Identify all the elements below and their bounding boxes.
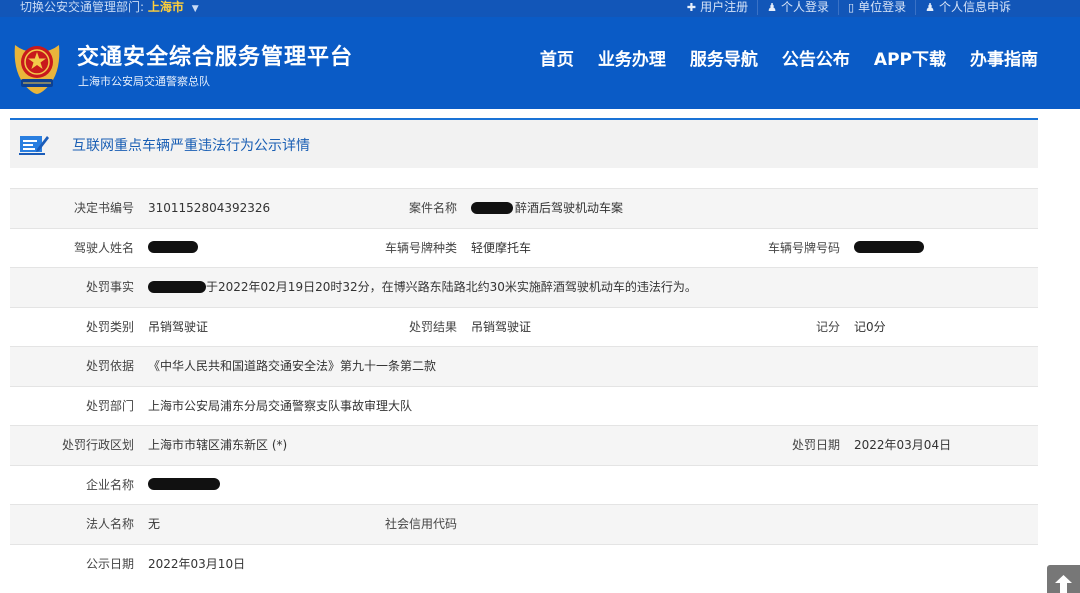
department-switcher[interactable]: 切换公安交通管理部门: 上海市 ▼ xyxy=(20,0,199,17)
legal-rep-label: 法人名称 xyxy=(85,517,134,531)
caret-down-icon[interactable]: ▼ xyxy=(192,4,199,14)
district-value: 上海市市辖区浦东新区 (*) xyxy=(148,438,288,452)
police-emblem-icon[interactable] xyxy=(9,35,65,95)
unit-login-link[interactable]: ▯ 单位登录 xyxy=(838,0,915,15)
driver-name-cell xyxy=(148,229,338,268)
plate-no-label: 车辆号牌号码 xyxy=(767,240,840,255)
points-value: 记0分 xyxy=(854,319,886,334)
plate-type-label: 车辆号牌种类 xyxy=(384,240,457,255)
penalty-type-label: 处罚类别 xyxy=(85,319,134,334)
nav-business[interactable]: 业务办理 xyxy=(598,45,666,70)
nav-service-guide[interactable]: 服务导航 xyxy=(690,45,758,70)
driver-name-label: 驾驶人姓名 xyxy=(73,240,134,255)
user-icon: ♟ xyxy=(767,1,778,14)
case-name-cell: 醉酒后驾驶机动车案 xyxy=(471,189,761,228)
account-links: ✚ 用户注册 ♟ 个人登录 ▯ 单位登录 ♟ 个人信息申诉 xyxy=(678,0,1020,15)
dept-label: 处罚部门 xyxy=(85,398,134,413)
unit-login-label: 单位登录 xyxy=(858,0,907,14)
register-label: 用户注册 xyxy=(700,0,749,14)
table-row: 处罚行政区划 上海市市辖区浦东新区 (*) 处罚日期 2022年03月04日 xyxy=(10,425,1038,465)
company-cell xyxy=(148,466,338,505)
table-row: 企业名称 xyxy=(10,464,1038,505)
redacted-block xyxy=(148,241,198,253)
table-row: 公示日期 2022年03月10日 xyxy=(10,543,1038,583)
table-row: 决定书编号 3101152804392326 案件名称 醉酒后驾驶机动车案 xyxy=(10,188,1038,228)
building-icon: ▯ xyxy=(848,1,855,14)
decision-no-value: 3101152804392326 xyxy=(148,201,271,215)
plate-no-cell xyxy=(854,229,1034,268)
register-link[interactable]: ✚ 用户注册 xyxy=(678,0,757,15)
plus-icon: ✚ xyxy=(686,1,697,14)
site-title[interactable]: 交通安全综合服务管理平台 xyxy=(77,39,353,71)
site-header: 交通安全综合服务管理平台 上海市公安局交通警察总队 首页 业务办理 服务导航 公… xyxy=(0,17,1080,109)
arrow-up-icon xyxy=(1055,575,1072,593)
company-label: 企业名称 xyxy=(85,477,134,492)
section-header: 互联网重点车辆严重违法行为公示详情 xyxy=(10,120,1038,168)
redacted-block xyxy=(471,201,513,214)
site-subtitle: 上海市公安局交通警察总队 xyxy=(78,75,210,88)
table-row: 处罚类别 吊销驾驶证 处罚结果 吊销驾驶证 记分 记0分 xyxy=(10,306,1038,346)
table-row: 法人名称 无 社会信用代码 xyxy=(10,504,1038,544)
facts-label: 处罚事实 xyxy=(85,280,134,294)
table-row: 处罚事实 于2022年02月19日20时32分，在博兴路东陆路北约30米实施醉酒… xyxy=(10,267,1038,307)
penalty-date-label: 处罚日期 xyxy=(791,438,840,452)
basis-label: 处罚依据 xyxy=(85,359,134,373)
redacted-block xyxy=(854,241,924,253)
credit-code-value xyxy=(471,505,761,544)
dept-value: 上海市公安局浦东分局交通警察支队事故审理大队 xyxy=(148,398,413,413)
table-row: 处罚依据 《中华人民共和国道路交通安全法》第九十一条第二款 xyxy=(10,346,1038,386)
basis-value: 《中华人民共和国道路交通安全法》第九十一条第二款 xyxy=(148,359,437,373)
current-city[interactable]: 上海市 xyxy=(148,0,184,14)
points-label: 记分 xyxy=(815,319,840,334)
appeal-link[interactable]: ♟ 个人信息申诉 xyxy=(915,0,1020,15)
document-pen-icon xyxy=(19,136,49,155)
district-label: 处罚行政区划 xyxy=(61,438,134,452)
credit-code-label: 社会信用代码 xyxy=(384,517,457,531)
penalty-date-value: 2022年03月04日 xyxy=(854,438,952,452)
penalty-result-label: 处罚结果 xyxy=(408,319,457,334)
case-name-label: 案件名称 xyxy=(408,201,457,215)
user-icon: ♟ xyxy=(925,1,935,14)
facts-value: 于2022年02月19日20时32分，在博兴路东陆路北约30米实施醉酒驾驶机动车… xyxy=(206,280,697,294)
redacted-block xyxy=(148,478,220,490)
table-row: 驾驶人姓名 车辆号牌种类 轻便摩托车 车辆号牌号码 xyxy=(10,227,1038,268)
facts-cell: 于2022年02月19日20时32分，在博兴路东陆路北约30米实施醉酒驾驶机动车… xyxy=(148,268,1028,307)
nav-home[interactable]: 首页 xyxy=(540,45,574,70)
main-nav: 首页 业务办理 服务导航 公告公布 APP下载 办事指南 xyxy=(516,45,1038,70)
penalty-type-value: 吊销驾驶证 xyxy=(148,319,209,334)
decision-no-label: 决定书编号 xyxy=(73,201,134,215)
legal-rep-value: 无 xyxy=(148,517,161,531)
top-bar: 切换公安交通管理部门: 上海市 ▼ ✚ 用户注册 ♟ 个人登录 ▯ 单位登录 ♟… xyxy=(0,0,1080,17)
back-to-top-button[interactable] xyxy=(1047,565,1080,593)
personal-login-label: 个人登录 xyxy=(781,0,830,14)
violation-detail-table: 决定书编号 3101152804392326 案件名称 醉酒后驾驶机动车案 驾驶… xyxy=(10,188,1038,583)
nav-app-download[interactable]: APP下载 xyxy=(874,45,946,70)
publish-date-label: 公示日期 xyxy=(85,556,134,571)
section-title: 互联网重点车辆严重违法行为公示详情 xyxy=(72,138,310,154)
personal-login-link[interactable]: ♟ 个人登录 xyxy=(757,0,838,15)
table-row: 处罚部门 上海市公安局浦东分局交通警察支队事故审理大队 xyxy=(10,385,1038,425)
case-name-value: 醉酒后驾驶机动车案 xyxy=(515,201,624,215)
nav-procedures[interactable]: 办事指南 xyxy=(970,45,1038,70)
switch-label: 切换公安交通管理部门: xyxy=(20,0,145,14)
appeal-label: 个人信息申诉 xyxy=(938,0,1011,14)
publish-date-value: 2022年03月10日 xyxy=(148,556,246,571)
nav-announcements[interactable]: 公告公布 xyxy=(782,45,850,70)
redacted-block xyxy=(148,280,206,293)
